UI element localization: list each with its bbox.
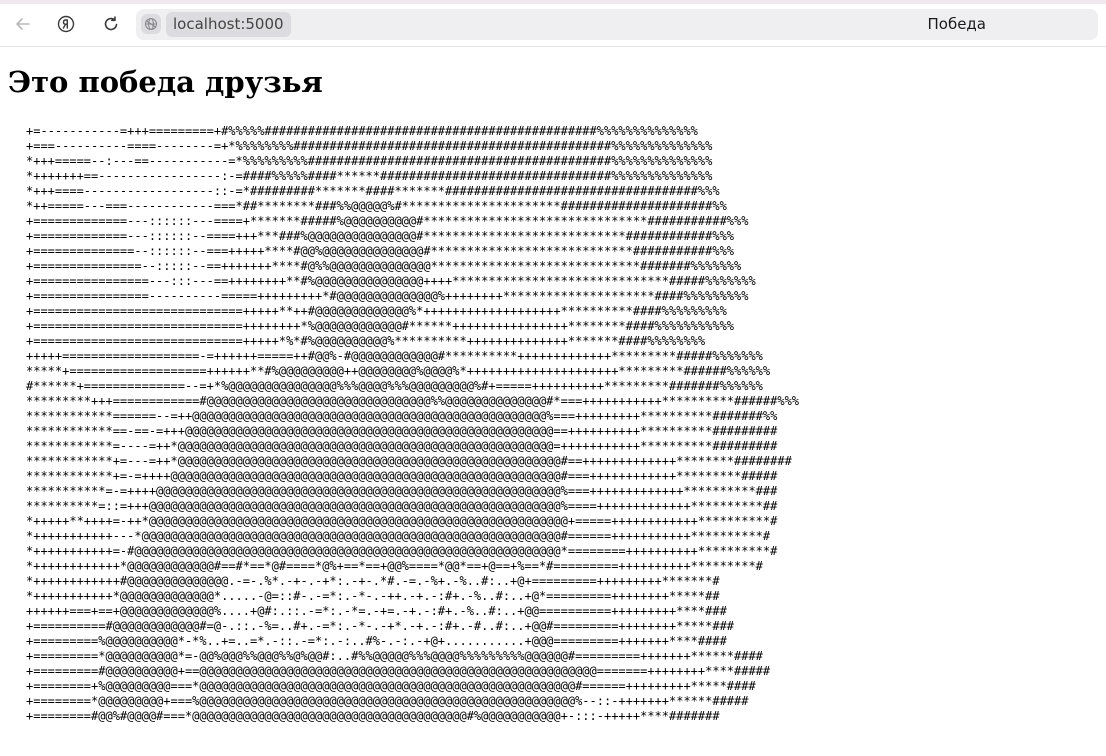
ascii-art: +=-----------=+++=========+#%%%%%#######… [26, 124, 800, 723]
url-text[interactable]: localhost:5000 [166, 12, 291, 37]
tab-strip-edge [0, 0, 1106, 4]
arrow-left-icon [16, 18, 30, 30]
page-title-label: Победа [927, 15, 987, 33]
reload-icon [104, 16, 118, 31]
reload-button[interactable] [97, 10, 125, 38]
back-button[interactable] [9, 10, 37, 38]
yandex-button[interactable] [52, 10, 80, 38]
globe-slash-icon [144, 17, 158, 31]
page-heading: Это победа друзья [8, 65, 323, 99]
address-bar[interactable]: localhost:5000 Победа [136, 9, 1098, 40]
browser-toolbar: localhost:5000 Победа [0, 0, 1106, 47]
yandex-logo-icon [57, 15, 75, 33]
site-info-button[interactable] [141, 14, 161, 34]
